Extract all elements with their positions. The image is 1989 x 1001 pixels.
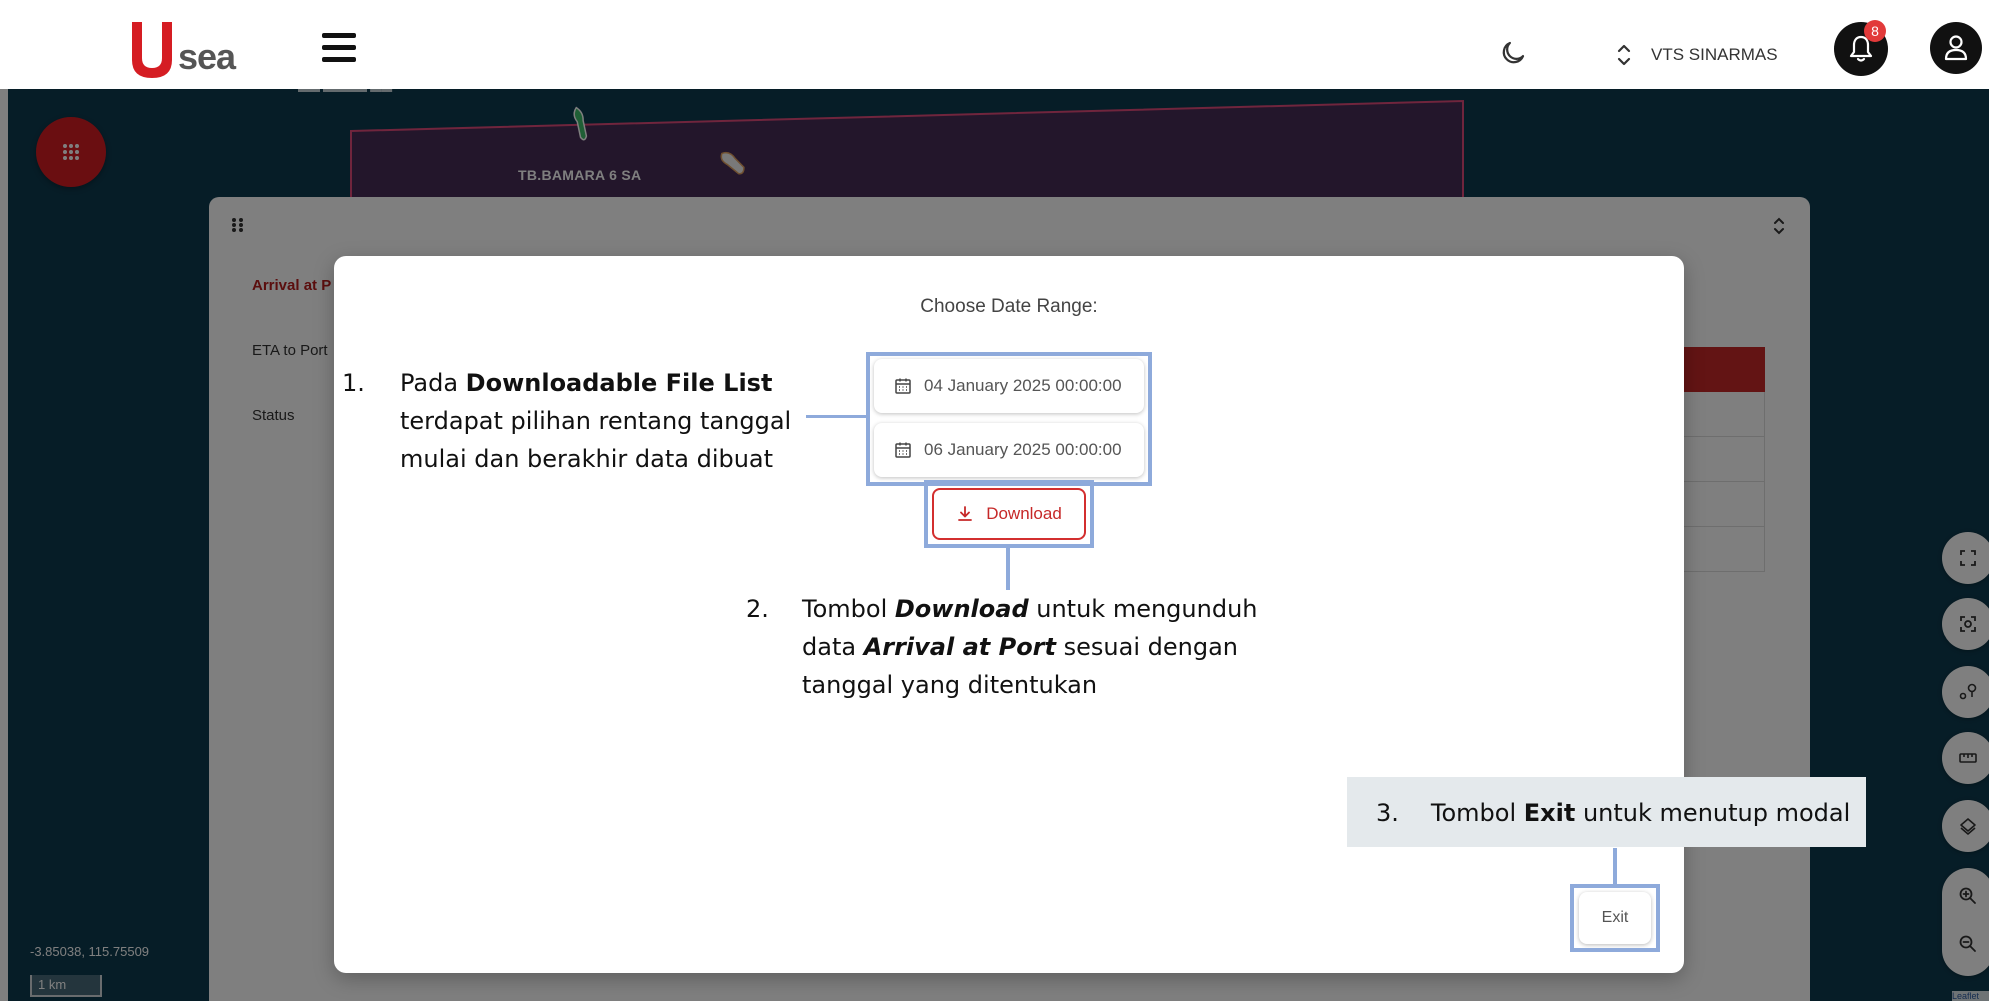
connector-line — [1613, 848, 1617, 884]
highlight-exit — [1570, 884, 1660, 952]
organization-switcher[interactable]: VTS SINARMAS — [1613, 42, 1778, 68]
app-header: sea VTS SINARMAS — [8, 8, 1989, 89]
highlight-download — [924, 480, 1094, 548]
annotation-text-part: Pada — [400, 369, 466, 397]
chevron-up-down-icon — [1617, 44, 1631, 66]
annotation-number: 1. — [342, 369, 365, 397]
connector-line — [806, 415, 868, 418]
annotation-1: 1. Pada Downloadable File List terdapat … — [342, 364, 802, 484]
annotation-line: tanggal yang ditentukan — [802, 671, 1098, 699]
annotation-text: Pada Downloadable File List terdapat pil… — [400, 364, 791, 478]
annotation-number: 2. — [746, 595, 769, 623]
annotation-text-part: sesuai dengan — [1056, 633, 1238, 661]
annotation-text-part: data — [802, 633, 864, 661]
connector-line — [1006, 548, 1010, 590]
date-range-modal: Choose Date Range: 04 January 2025 00:00… — [334, 256, 1684, 973]
annotation-text-part: untuk mengunduh — [1028, 595, 1258, 623]
annotation-2: 2. Tombol Download untuk mengunduh data … — [746, 590, 1266, 710]
annotation-text-part: Tombol — [1430, 799, 1524, 827]
annotation-number: 3. — [1376, 799, 1399, 827]
usea-logo[interactable]: sea — [128, 18, 258, 80]
annotation-bold: Exit — [1523, 799, 1576, 827]
notification-badge: 8 — [1864, 20, 1886, 42]
highlight-date-range — [866, 352, 1152, 486]
annotation-text: Tombol Download untuk mengunduh data Arr… — [802, 590, 1258, 704]
annotation-text-part: untuk menutup modal — [1575, 799, 1851, 827]
annotation-3: 3. Tombol Exit untuk menutup modal — [1376, 778, 1850, 848]
annotation-bold: Download — [894, 595, 1029, 623]
annotation-line: mulai dan berakhir data dibuat — [400, 445, 774, 473]
user-profile-button[interactable] — [1930, 22, 1982, 74]
logo-text: sea — [178, 36, 236, 77]
dark-mode-icon[interactable] — [1498, 38, 1528, 68]
annotation-bold: Arrival at Port — [863, 633, 1056, 661]
organization-name: VTS SINARMAS — [1651, 45, 1778, 64]
menu-toggle-icon[interactable] — [322, 33, 356, 65]
annotation-text-part: Tombol — [802, 595, 895, 623]
annotation-bold: Downloadable File List — [465, 369, 773, 397]
annotation-line: terdapat pilihan rentang tanggal — [400, 407, 792, 435]
user-icon — [1944, 35, 1968, 61]
u-logo-icon — [132, 22, 172, 78]
modal-title: Choose Date Range: — [920, 296, 1098, 317]
